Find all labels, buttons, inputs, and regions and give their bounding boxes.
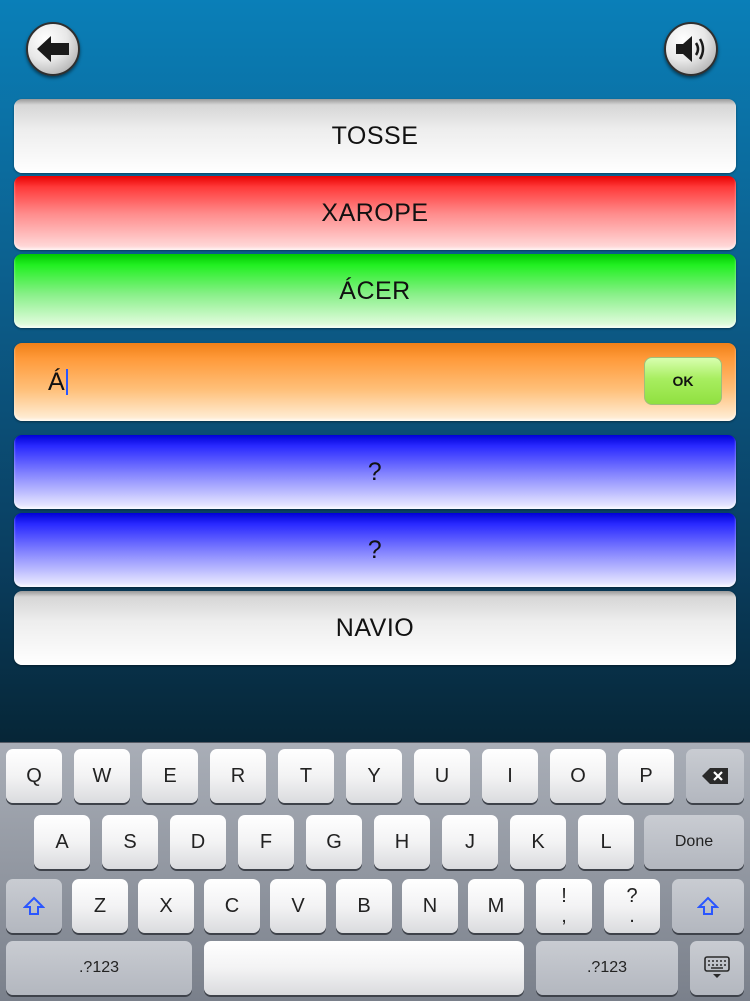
key-exclamation-comma[interactable]: ! ,: [536, 879, 592, 933]
shift-icon: [23, 896, 45, 915]
key-t[interactable]: T: [278, 749, 334, 803]
key-o[interactable]: O: [550, 749, 606, 803]
shift-icon: [697, 896, 719, 915]
key-r[interactable]: R: [210, 749, 266, 803]
keyboard-hide-icon: [704, 956, 730, 978]
key-d[interactable]: D: [170, 815, 226, 869]
key-i[interactable]: I: [482, 749, 538, 803]
word-row-navio[interactable]: NAVIO: [14, 591, 736, 665]
numbers-key-right[interactable]: .?123: [536, 941, 678, 995]
ok-button[interactable]: OK: [644, 357, 722, 405]
key-h[interactable]: H: [374, 815, 430, 869]
key-s[interactable]: S: [102, 815, 158, 869]
key-y[interactable]: Y: [346, 749, 402, 803]
speaker-icon: [676, 36, 705, 62]
hidden-word-row[interactable]: ?: [14, 435, 736, 509]
word-label: XAROPE: [321, 198, 429, 227]
key-l[interactable]: L: [578, 815, 634, 869]
answer-input[interactable]: Á: [48, 368, 65, 397]
shift-key-right[interactable]: [672, 879, 744, 933]
key-w[interactable]: W: [74, 749, 130, 803]
key-m[interactable]: M: [468, 879, 524, 933]
backspace-icon: [702, 768, 728, 784]
hidden-word-row[interactable]: ?: [14, 513, 736, 587]
key-v[interactable]: V: [270, 879, 326, 933]
key-p[interactable]: P: [618, 749, 674, 803]
text-caret: [66, 369, 69, 395]
word-row-acer[interactable]: ÁCER: [14, 254, 736, 328]
key-bottom-char: .: [629, 905, 635, 927]
key-j[interactable]: J: [442, 815, 498, 869]
key-c[interactable]: C: [204, 879, 260, 933]
done-key[interactable]: Done: [644, 815, 744, 869]
shift-key-left[interactable]: [6, 879, 62, 933]
word-label: NAVIO: [335, 613, 415, 642]
key-top-char: ?: [626, 885, 638, 907]
space-key[interactable]: [204, 941, 524, 995]
key-question-period[interactable]: ? .: [604, 879, 660, 933]
key-top-char: !: [561, 885, 567, 907]
sound-button[interactable]: [664, 22, 718, 76]
key-b[interactable]: B: [336, 879, 392, 933]
numbers-key-left[interactable]: .?123: [6, 941, 192, 995]
word-label: TOSSE: [331, 121, 419, 150]
key-n[interactable]: N: [402, 879, 458, 933]
key-g[interactable]: G: [306, 815, 362, 869]
delete-key[interactable]: [686, 749, 744, 803]
on-screen-keyboard: Q W E R T Y U I O P A S D F G H J K L Do…: [0, 742, 750, 1001]
back-arrow-icon: [37, 36, 69, 62]
key-z[interactable]: Z: [72, 879, 128, 933]
key-e[interactable]: E: [142, 749, 198, 803]
word-label: ÁCER: [339, 276, 411, 305]
hide-keyboard-key[interactable]: [690, 941, 744, 995]
back-button[interactable]: [26, 22, 80, 76]
word-label: ?: [367, 535, 383, 564]
key-x[interactable]: X: [138, 879, 194, 933]
answer-input-row[interactable]: Á OK: [14, 343, 736, 421]
key-u[interactable]: U: [414, 749, 470, 803]
key-a[interactable]: A: [34, 815, 90, 869]
key-q[interactable]: Q: [6, 749, 62, 803]
word-label: ?: [367, 457, 383, 486]
word-row-tosse[interactable]: TOSSE: [14, 99, 736, 173]
key-f[interactable]: F: [238, 815, 294, 869]
key-k[interactable]: K: [510, 815, 566, 869]
word-row-xarope[interactable]: XAROPE: [14, 176, 736, 250]
key-bottom-char: ,: [561, 905, 567, 927]
